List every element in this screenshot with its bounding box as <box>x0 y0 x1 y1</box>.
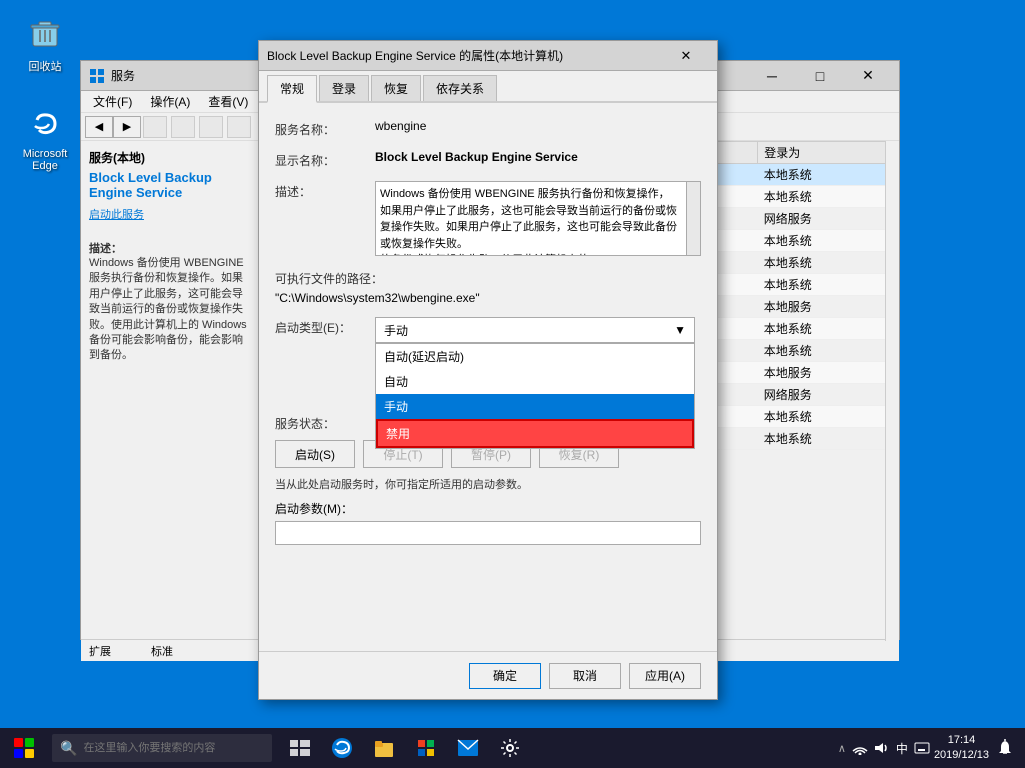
dropdown-list: 自动(延迟启动) 自动 手动 禁用 <box>375 343 695 449</box>
dialog-content: 服务名称： wbengine 显示名称： Block Level Backup … <box>259 103 717 561</box>
search-input[interactable] <box>83 742 258 754</box>
apply-button[interactable]: 应用(A) <box>629 663 701 689</box>
services-sidebar-desc: Windows 备份使用 WBENGINE 服务执行备份和恢复操作。如果用户停止… <box>89 256 252 364</box>
taskbar-clock[interactable]: 17:14 2019/12/13 <box>934 733 989 764</box>
service-name-value: wbengine <box>375 119 701 133</box>
dialog-title-buttons: ✕ <box>663 45 709 67</box>
dropdown-option-auto[interactable]: 自动 <box>376 369 694 394</box>
network-icon <box>852 741 868 755</box>
services-back-btn[interactable]: ◀ <box>85 116 113 138</box>
services-menu-view[interactable]: 查看(V) <box>200 91 256 112</box>
services-titlebar-buttons: ─ □ ✕ <box>749 66 891 86</box>
description-box: Windows 备份使用 WBENGINE 服务执行备份和恢复操作，如果用户停止… <box>375 181 701 256</box>
path-section: 可执行文件的路径： "C:\Windows\system32\wbengine.… <box>275 268 701 305</box>
dropdown-display[interactable]: 手动 ▼ <box>375 317 695 343</box>
dialog-close-btn[interactable]: ✕ <box>663 45 709 67</box>
dialog-title: Block Level Backup Engine Service 的属性(本地… <box>267 47 563 64</box>
startup-type-label: 启动类型(E)： <box>275 317 375 336</box>
taskbar-explorer-btn[interactable] <box>364 728 404 768</box>
windows-logo-icon <box>14 738 34 758</box>
tab-logon[interactable]: 登录 <box>319 75 369 101</box>
dialog-tabs: 常规 登录 恢复 依存关系 <box>259 71 717 103</box>
services-sidebar-title: 服务(本地) <box>89 149 252 166</box>
services-sidebar: 服务(本地) Block Level Backup Engine Service… <box>81 141 261 639</box>
taskbar-store-btn[interactable] <box>406 728 446 768</box>
description-row: 描述： Windows 备份使用 WBENGINE 服务执行备份和恢复操作，如果… <box>275 181 701 256</box>
edge-desktop-icon[interactable]: MicrosoftEdge <box>10 100 80 176</box>
dropdown-option-disabled[interactable]: 禁用 <box>376 419 694 448</box>
service-name-label: 服务名称： <box>275 119 375 138</box>
edge-desktop-label: MicrosoftEdge <box>23 148 68 172</box>
description-scrollbar[interactable] <box>686 182 700 255</box>
services-menu-action[interactable]: 操作(A) <box>142 91 198 112</box>
cancel-button[interactable]: 取消 <box>549 663 621 689</box>
taskbar-apps <box>280 728 530 768</box>
services-title: 服务 <box>89 67 135 84</box>
services-scrollbar[interactable] <box>885 141 899 639</box>
services-sidebar-service-name: Block Level Backup Engine Service <box>89 170 252 200</box>
dialog-footer: 确定 取消 应用(A) <box>259 651 717 699</box>
systray-caret[interactable]: ∧ <box>838 742 846 755</box>
properties-dialog: Block Level Backup Engine Service 的属性(本地… <box>258 40 718 700</box>
dialog-titlebar: Block Level Backup Engine Service 的属性(本地… <box>259 41 717 71</box>
dropdown-option-manual[interactable]: 手动 <box>376 394 694 419</box>
services-maximize-btn[interactable]: □ <box>797 66 843 86</box>
path-value: "C:\Windows\system32\wbengine.exe" <box>275 291 701 305</box>
dropdown-arrow-icon: ▼ <box>674 323 686 337</box>
desc-label: 描述： <box>275 181 375 200</box>
taskbar-search-box[interactable]: 🔍 <box>52 734 272 762</box>
dropdown-selected-value: 手动 <box>384 322 408 339</box>
keyboard-icon <box>914 741 930 755</box>
description-text: Windows 备份使用 WBENGINE 服务执行备份和恢复操作，如果用户停止… <box>380 186 696 256</box>
col-logon: 登录为 <box>758 142 899 164</box>
service-name-row: 服务名称： wbengine <box>275 119 701 138</box>
start-button[interactable]: 启动(S) <box>275 440 355 468</box>
clock-time: 17:14 <box>934 733 989 748</box>
start-button[interactable] <box>0 728 48 768</box>
clock-date: 2019/12/13 <box>934 748 989 763</box>
status-label: 服务状态： <box>275 413 375 432</box>
services-close-btn[interactable]: ✕ <box>845 66 891 86</box>
display-name-label: 显示名称： <box>275 150 375 169</box>
dropdown-option-auto-delayed[interactable]: 自动(延迟启动) <box>376 344 694 369</box>
startup-type-dropdown[interactable]: 手动 ▼ 自动(延迟启动) 自动 手动 禁用 <box>375 317 695 343</box>
param-label: 启动参数(M)： <box>275 500 701 517</box>
volume-icon <box>874 741 890 755</box>
recycle-bin-icon[interactable]: 回收站 <box>10 10 80 78</box>
task-view-btn[interactable] <box>280 728 320 768</box>
display-name-row: 显示名称： Block Level Backup Engine Service <box>275 150 701 169</box>
ime-indicator[interactable]: 中 <box>896 740 908 757</box>
search-icon: 🔍 <box>60 740 77 757</box>
services-minimize-btn[interactable]: ─ <box>749 66 795 86</box>
taskbar: 🔍 ∧ <box>0 728 1025 768</box>
services-start-link[interactable]: 启动此服务 <box>89 206 252 222</box>
services-sidebar-desc-heading: 描述： <box>89 240 252 256</box>
tab-dependencies[interactable]: 依存关系 <box>423 75 497 101</box>
systray: ∧ 中 <box>838 740 930 757</box>
param-input[interactable] <box>275 521 701 545</box>
startup-type-row: 启动类型(E)： 手动 ▼ 自动(延迟启动) 自动 手动 禁用 <box>275 317 701 343</box>
ok-button[interactable]: 确定 <box>469 663 541 689</box>
notification-btn[interactable] <box>993 728 1017 768</box>
services-menu-file[interactable]: 文件(F) <box>85 91 140 112</box>
taskbar-settings-btn[interactable] <box>490 728 530 768</box>
taskbar-mail-btn[interactable] <box>448 728 488 768</box>
taskbar-edge-btn[interactable] <box>322 728 362 768</box>
recycle-bin-label: 回收站 <box>29 58 62 74</box>
tab-general[interactable]: 常规 <box>267 75 317 103</box>
display-name-value: Block Level Backup Engine Service <box>375 150 701 164</box>
services-forward-btn[interactable]: ▶ <box>113 116 141 138</box>
tab-recovery[interactable]: 恢复 <box>371 75 421 101</box>
hint-text: 当从此处启动服务时，你可指定所适用的启动参数。 <box>275 476 701 492</box>
path-label: 可执行文件的路径： <box>275 268 701 287</box>
taskbar-right: ∧ 中 17:14 2019/12/13 <box>838 728 1025 768</box>
